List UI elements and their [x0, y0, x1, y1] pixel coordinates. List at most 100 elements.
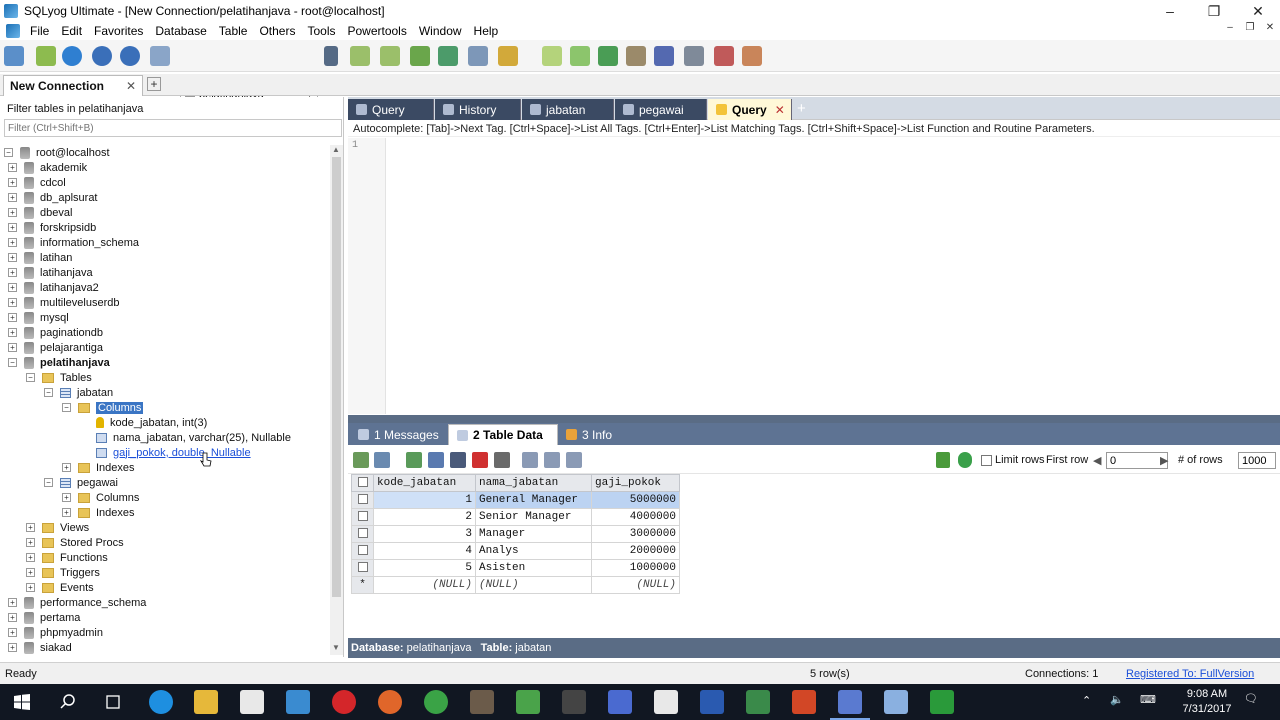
virtualbox-icon[interactable] — [884, 690, 908, 714]
cell-kode-jabatan[interactable]: (NULL) — [373, 576, 476, 594]
tab-pegawai[interactable]: pegawai — [615, 99, 707, 120]
task-view-icon[interactable] — [104, 694, 122, 710]
grid-view-icon[interactable] — [353, 452, 369, 468]
archive-icon[interactable] — [470, 690, 494, 714]
insert-row-icon[interactable] — [406, 452, 422, 468]
opera-icon[interactable] — [332, 690, 356, 714]
cell-kode-jabatan[interactable]: 4 — [373, 542, 476, 560]
tree-db-phpmyadmin[interactable]: + phpmyadmin — [8, 625, 103, 640]
export-icon[interactable] — [468, 46, 488, 66]
tab-info[interactable]: 3 Info — [558, 424, 628, 445]
stop-icon[interactable] — [150, 46, 170, 66]
cell-nama-jabatan[interactable]: Manager — [475, 525, 592, 543]
tree-db-pertama[interactable]: + pertama — [8, 610, 80, 625]
delete-row-icon[interactable] — [472, 452, 488, 468]
collapse-icon[interactable]: − — [4, 148, 13, 157]
query-builder-icon[interactable] — [542, 46, 562, 66]
table-row[interactable]: 2 Senior Manager 4000000 — [351, 508, 680, 526]
export-dropdown-icon[interactable] — [374, 452, 390, 468]
camtasia-icon[interactable] — [930, 690, 954, 714]
tab-history[interactable]: History — [435, 99, 521, 120]
column-header-kode-jabatan[interactable]: kode_jabatan — [373, 474, 476, 492]
column-header-nama-jabatan[interactable]: nama_jabatan — [475, 474, 592, 492]
menu-powertools[interactable]: Powertools — [347, 24, 406, 38]
tree-db-mysql[interactable]: + mysql — [8, 310, 69, 325]
tree-db-information-schema[interactable]: + information_schema — [8, 235, 139, 250]
cell-nama-jabatan[interactable]: General Manager — [475, 491, 592, 509]
menu-others[interactable]: Others — [259, 24, 295, 38]
scroll-up-icon[interactable]: ▲ — [332, 145, 340, 154]
tree-db-pelajarantiga[interactable]: + pelajarantiga — [8, 340, 103, 355]
pane-splitter[interactable] — [348, 415, 1280, 423]
cell-kode-jabatan[interactable]: 5 — [373, 559, 476, 577]
tab-jabatan[interactable]: jabatan — [522, 99, 614, 120]
text-mode-icon[interactable] — [566, 452, 582, 468]
vnc-icon[interactable] — [654, 690, 678, 714]
row-checkbox[interactable] — [357, 494, 368, 505]
tree-db-paginationdb[interactable]: + paginationdb — [8, 325, 103, 340]
cell-kode-jabatan[interactable]: 1 — [373, 491, 476, 509]
table-row[interactable]: 1 General Manager 5000000 — [351, 491, 680, 509]
menu-favorites[interactable]: Favorites — [94, 24, 143, 38]
cell-gaji-pokok[interactable]: 3000000 — [591, 525, 680, 543]
tree-tables-folder[interactable]: − Tables — [26, 370, 92, 385]
notifications-icon[interactable] — [654, 46, 674, 66]
row-checkbox[interactable] — [357, 528, 368, 539]
tree-db-dbeval[interactable]: + dbeval — [8, 205, 72, 220]
tree-db-pelatihanjava[interactable]: − pelatihanjava — [8, 355, 110, 370]
remote-desktop-icon[interactable] — [608, 690, 632, 714]
tab-query-active[interactable]: Query ✕ — [708, 99, 792, 120]
add-connection-button[interactable]: + — [147, 77, 161, 91]
data-sync-icon[interactable] — [598, 46, 618, 66]
notifications-icon[interactable]: 🗨 — [1244, 692, 1258, 705]
add-query-tab-button[interactable]: + — [797, 100, 806, 117]
tree-db-performance-schema[interactable]: + performance_schema — [8, 595, 146, 610]
cell-kode-jabatan[interactable]: 3 — [373, 525, 476, 543]
cell-nama-jabatan[interactable]: Analys — [475, 542, 592, 560]
schema-compare-icon[interactable] — [742, 46, 762, 66]
schema-sync-icon[interactable] — [570, 46, 590, 66]
tree-pegawai-columns[interactable]: + Columns — [62, 490, 139, 505]
menu-database[interactable]: Database — [155, 24, 206, 38]
network-icon[interactable] — [286, 690, 310, 714]
row-select[interactable] — [351, 559, 374, 577]
menu-table[interactable]: Table — [219, 24, 248, 38]
filter-icon[interactable] — [936, 452, 950, 468]
column-header-gaji-pokok[interactable]: gaji_pokok — [591, 474, 680, 492]
import-icon[interactable] — [438, 46, 458, 66]
execute-query-icon[interactable] — [62, 46, 82, 66]
cell-nama-jabatan[interactable]: (NULL) — [475, 576, 592, 594]
windows-start-icon[interactable] — [14, 694, 30, 710]
limit-rows-checkbox[interactable] — [981, 455, 992, 466]
cell-gaji-pokok[interactable]: 5000000 — [591, 491, 680, 509]
tree-column-nama-jabatan[interactable]: nama_jabatan, varchar(25), Nullable — [96, 430, 291, 445]
table-row[interactable]: 4 Analys 2000000 — [351, 542, 680, 560]
excel-app-icon[interactable] — [746, 690, 770, 714]
sparkle-app-icon[interactable] — [562, 690, 586, 714]
form-mode-icon[interactable] — [544, 452, 560, 468]
refresh-icon[interactable] — [120, 46, 140, 66]
row-checkbox[interactable] — [357, 511, 368, 522]
scroll-thumb[interactable] — [332, 157, 341, 597]
tree-root[interactable]: − root@localhost — [4, 145, 110, 160]
mdi-close-icon[interactable]: ✕ — [1260, 22, 1280, 33]
close-tab-icon[interactable]: ✕ — [775, 103, 785, 117]
cell-gaji-pokok[interactable]: 4000000 — [591, 508, 680, 526]
cell-nama-jabatan[interactable]: Asisten — [475, 559, 592, 577]
prev-page-icon[interactable]: ◀ — [1093, 454, 1101, 467]
clock-time[interactable]: 9:08 AM — [1172, 688, 1242, 700]
menu-file[interactable]: File — [30, 24, 49, 38]
tree-column-kode-jabatan[interactable]: kode_jabatan, int(3) — [96, 415, 207, 430]
cancel-changes-icon[interactable] — [494, 452, 510, 468]
row-select[interactable] — [351, 525, 374, 543]
tree-db-latihanjava[interactable]: + latihanjava — [8, 265, 93, 280]
keyboard-icon[interactable]: ⌨ — [1140, 693, 1156, 706]
app-green-icon[interactable] — [516, 690, 540, 714]
row-select[interactable] — [351, 508, 374, 526]
new-query-icon[interactable] — [36, 46, 56, 66]
backup-icon[interactable] — [410, 46, 430, 66]
volume-icon[interactable]: 🔈 — [1110, 693, 1124, 706]
connection-tab[interactable]: New Connection ✕ — [3, 75, 143, 96]
table-diagnostics-icon[interactable] — [714, 46, 734, 66]
select-all-checkbox[interactable] — [357, 477, 368, 488]
